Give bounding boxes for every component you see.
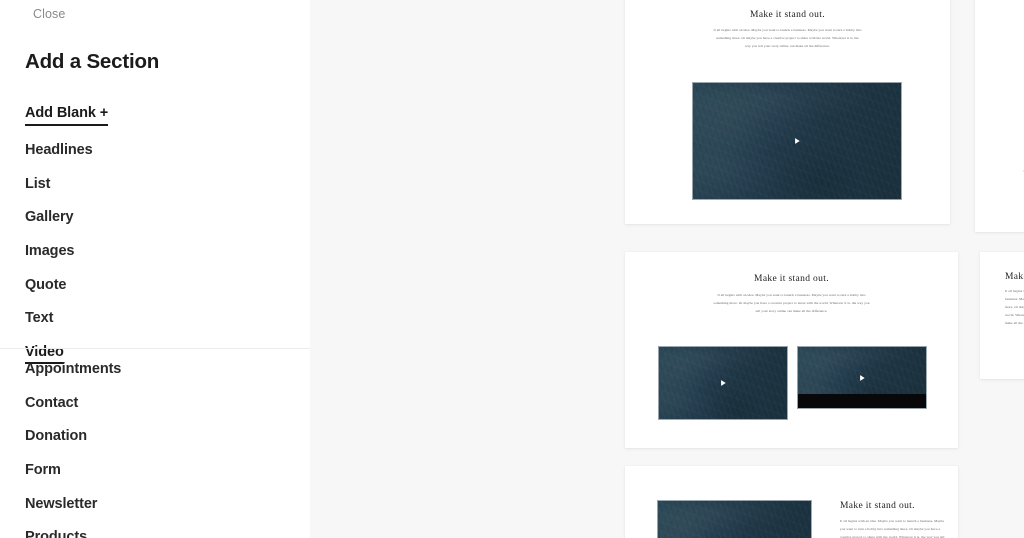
video-letterbox-bar [798,394,926,408]
play-icon[interactable] [719,379,728,388]
template-card-text-above-wide-video[interactable]: Make it stand out. It all begins with an… [625,0,950,224]
sidebar-item-gallery[interactable]: Gallery [25,210,74,229]
template-heading: Make it stand out. [1005,150,1024,161]
sidebar-item-form[interactable]: Form [25,463,61,482]
play-icon[interactable] [793,137,802,146]
sidebar-item-appointments[interactable]: Appointments [25,362,121,381]
section-category-list-primary: Headlines List Gallery Images Quote Text… [25,143,275,379]
template-card-text-above-two-videos[interactable]: Make it stand out. It all begins with an… [625,252,958,448]
template-heading: Make it stand out. [750,10,825,20]
page-title: Add a Section [25,50,160,73]
sidebar-item-quote[interactable]: Quote [25,278,66,297]
add-section-panel: Close Add a Section Add Blank + Headline… [0,0,1024,538]
sidebar-item-list[interactable]: List [25,177,50,196]
sidebar-item-contact[interactable]: Contact [25,396,78,415]
sidebar-item-text[interactable]: Text [25,311,53,330]
template-card-video-left-text-right[interactable]: Make it stand out. It all begins with an… [625,466,958,538]
template-heading: Make it stand out. [1005,272,1024,282]
close-button[interactable]: Close [30,5,68,23]
sidebar: Close Add a Section Add Blank + Headline… [0,0,310,538]
sidebar-item-products[interactable]: Products [25,530,87,538]
sidebar-item-donation[interactable]: Donation [25,429,87,448]
sidebar-divider [0,348,310,349]
template-body-text: It all begins with an idea. Maybe you wa… [1005,289,1024,325]
template-heading: Make it stand out. [840,501,915,511]
video-thumbnail[interactable] [692,82,902,200]
template-body-text: It all begins with an idea. Maybe you wa… [713,28,862,48]
sidebar-item-headlines[interactable]: Headlines [25,143,93,162]
template-grid: Make it stand out. It all begins with an… [315,0,1024,538]
section-category-list-secondary: Appointments Contact Donation Form Newsl… [25,362,275,538]
video-thumbnail[interactable] [657,500,812,538]
add-blank-button[interactable]: Add Blank + [25,105,108,126]
template-heading: Make it stand out. [754,274,829,284]
template-preview-panel: Make it stand out. It all begins with an… [310,0,1024,538]
template-card-video-above-text[interactable]: Make it stand out. It all begins with an… [975,0,1024,232]
video-thumbnail[interactable] [658,346,788,420]
template-body-text: It all begins with an idea. Maybe you wa… [713,293,870,313]
play-icon[interactable] [858,373,867,382]
template-card-text-left-video-right[interactable]: Make it stand out. It all begins with an… [980,252,1024,379]
template-body-text: It all begins with an idea. Maybe you wa… [840,519,945,538]
video-thumbnail[interactable] [797,346,927,409]
sidebar-item-newsletter[interactable]: Newsletter [25,497,97,516]
sidebar-item-images[interactable]: Images [25,244,74,263]
